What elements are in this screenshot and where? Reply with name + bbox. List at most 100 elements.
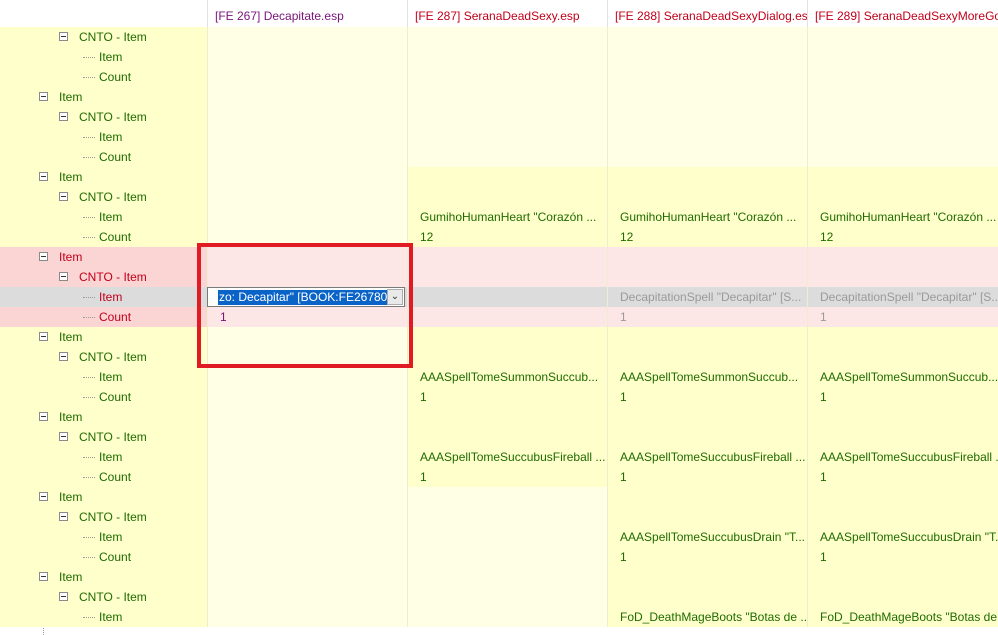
- count-label: Count: [99, 470, 132, 484]
- collapse-icon[interactable]: [59, 112, 68, 121]
- item-label: Item: [59, 410, 83, 424]
- cnto-label: CNTO - Item: [79, 270, 147, 284]
- cnto-label: CNTO - Item: [79, 190, 147, 204]
- cell-value[interactable]: 1: [407, 387, 607, 407]
- cell-value[interactable]: 12: [607, 227, 807, 247]
- cell-value[interactable]: 1: [607, 307, 807, 327]
- table-row: Item: [0, 567, 998, 587]
- item-label: Item: [99, 130, 123, 144]
- cell-value[interactable]: 1: [607, 467, 807, 487]
- table-row: CNTO - Item: [0, 587, 998, 607]
- cell-value[interactable]: GumihoHumanHeart "Corazón ...: [607, 207, 807, 227]
- cnto-label: CNTO - Item: [79, 110, 147, 124]
- column-header-seranadeadsexy[interactable]: [FE 287] SeranaDeadSexy.esp: [407, 0, 607, 27]
- table-row: Count 1 1 1: [0, 307, 998, 327]
- table-row: Count: [0, 67, 998, 87]
- table-row: CNTO - Item: [0, 427, 998, 447]
- cell-value[interactable]: 1: [807, 387, 998, 407]
- cell-value[interactable]: DecapitationSpell "Decapitar" [S...: [607, 287, 807, 307]
- collapse-icon[interactable]: [39, 412, 48, 421]
- item-label: Item: [59, 330, 83, 344]
- collapse-icon[interactable]: [39, 252, 48, 261]
- collapse-icon[interactable]: [59, 432, 68, 441]
- cnto-label: CNTO - Item: [79, 590, 147, 604]
- cell-value[interactable]: AAASpellTomeSuccubusFireball ...: [607, 447, 807, 467]
- item-label: Item: [99, 450, 123, 464]
- item-label: Item: [99, 530, 123, 544]
- cell-value[interactable]: 1: [807, 547, 998, 567]
- collapse-icon[interactable]: [59, 32, 68, 41]
- cell-value[interactable]: GumihoHumanHeart "Corazón ...: [807, 207, 998, 227]
- table-row-selected: Item DecapitationSpell "Decapitar" [S...…: [0, 287, 998, 307]
- collapse-icon[interactable]: [39, 92, 48, 101]
- count-label: Count: [99, 550, 132, 564]
- cell-value[interactable]: 12: [807, 227, 998, 247]
- cell-value[interactable]: AAASpellTomeSuccubusFireball ...: [407, 447, 607, 467]
- cell-value[interactable]: AAASpellTomeSuccubusFireball ...: [807, 447, 998, 467]
- count-label: Count: [99, 150, 132, 164]
- item-label: Item: [99, 210, 123, 224]
- collapse-icon[interactable]: [59, 592, 68, 601]
- item-label: Item: [59, 490, 83, 504]
- table-row: Count 12 12 12: [0, 227, 998, 247]
- collapse-icon[interactable]: [59, 512, 68, 521]
- cell-value[interactable]: AAASpellTomeSummonSuccub...: [407, 367, 607, 387]
- collapse-icon[interactable]: [39, 172, 48, 181]
- table-row: Item: [0, 167, 998, 187]
- item-label: Item: [99, 370, 123, 384]
- table-row: Item FoD_DeathMageBoots "Botas de ... Fo…: [0, 607, 998, 627]
- cell-value[interactable]: 1: [607, 387, 807, 407]
- table-row: CNTO - Item: [0, 267, 998, 287]
- table-row: Item AAASpellTomeSuccubusDrain "T... AAA…: [0, 527, 998, 547]
- item-label: Item: [99, 290, 123, 304]
- table-row: CNTO - Item: [0, 107, 998, 127]
- table-row: CNTO - Item: [0, 187, 998, 207]
- column-header-decapitate[interactable]: [FE 267] Decapitate.esp: [207, 0, 407, 27]
- item-label: Item: [99, 50, 123, 64]
- table-row: CNTO - Item: [0, 27, 998, 47]
- item-label: Item: [59, 250, 83, 264]
- collapse-icon[interactable]: [59, 192, 68, 201]
- count-label: Count: [99, 390, 132, 404]
- column-header-seranadeadsexymoregor[interactable]: [FE 289] SeranaDeadSexyMoreGor...: [807, 0, 998, 27]
- collapse-icon[interactable]: [59, 352, 68, 361]
- cell-value[interactable]: AAASpellTomeSuccubusDrain "T...: [607, 527, 807, 547]
- cell-value[interactable]: 12: [407, 227, 607, 247]
- column-header-seranadeadsexydialog[interactable]: [FE 288] SeranaDeadSexyDialog.esp: [607, 0, 807, 27]
- collapse-icon[interactable]: [59, 272, 68, 281]
- cell-value[interactable]: AAASpellTomeSuccubusDrain "T...: [807, 527, 998, 547]
- cell-value[interactable]: AAASpellTomeSummonSuccub...: [607, 367, 807, 387]
- cell-value[interactable]: 1: [807, 467, 998, 487]
- count-label: Count: [99, 310, 132, 324]
- table-row: Item: [0, 247, 998, 267]
- cell-value[interactable]: 1: [807, 307, 998, 327]
- table-row: Item GumihoHumanHeart "Corazón ... Gumih…: [0, 207, 998, 227]
- cell-value[interactable]: FoD_DeathMageBoots "Botas de ...: [807, 607, 998, 627]
- table-row: Item: [0, 87, 998, 107]
- item-label: Item: [99, 610, 123, 624]
- collapse-icon[interactable]: [39, 492, 48, 501]
- cnto-label: CNTO - Item: [79, 430, 147, 444]
- cell-value[interactable]: 1: [407, 467, 607, 487]
- cell-value[interactable]: FoD_DeathMageBoots "Botas de ...: [607, 607, 807, 627]
- count-label: Count: [99, 70, 132, 84]
- red-highlight-box: [197, 243, 413, 368]
- cell-value[interactable]: 1: [607, 547, 807, 567]
- table-row: Item: [0, 47, 998, 67]
- table-row: Count 1 1: [0, 547, 998, 567]
- table-row: Count 1 1 1: [0, 387, 998, 407]
- table-row: Item: [0, 127, 998, 147]
- table-row: Item AAASpellTomeSuccubusFireball ... AA…: [0, 447, 998, 467]
- cell-value[interactable]: DecapitationSpell "Decapitar" [S...: [807, 287, 998, 307]
- record-comparison-grid: CNTO - Item Item Count Item CNTO - Item …: [0, 27, 998, 635]
- cell-value[interactable]: GumihoHumanHeart "Corazón ...: [407, 207, 607, 227]
- collapse-icon[interactable]: [39, 332, 48, 341]
- table-row: Count 1 1 1: [0, 467, 998, 487]
- cell-value[interactable]: AAASpellTomeSummonSuccub...: [807, 367, 998, 387]
- cnto-label: CNTO - Item: [79, 350, 147, 364]
- cnto-label: CNTO - Item: [79, 510, 147, 524]
- table-row: CNTO - Item: [0, 347, 998, 367]
- item-label: Item: [59, 90, 83, 104]
- table-row: Count: [0, 147, 998, 167]
- collapse-icon[interactable]: [39, 572, 48, 581]
